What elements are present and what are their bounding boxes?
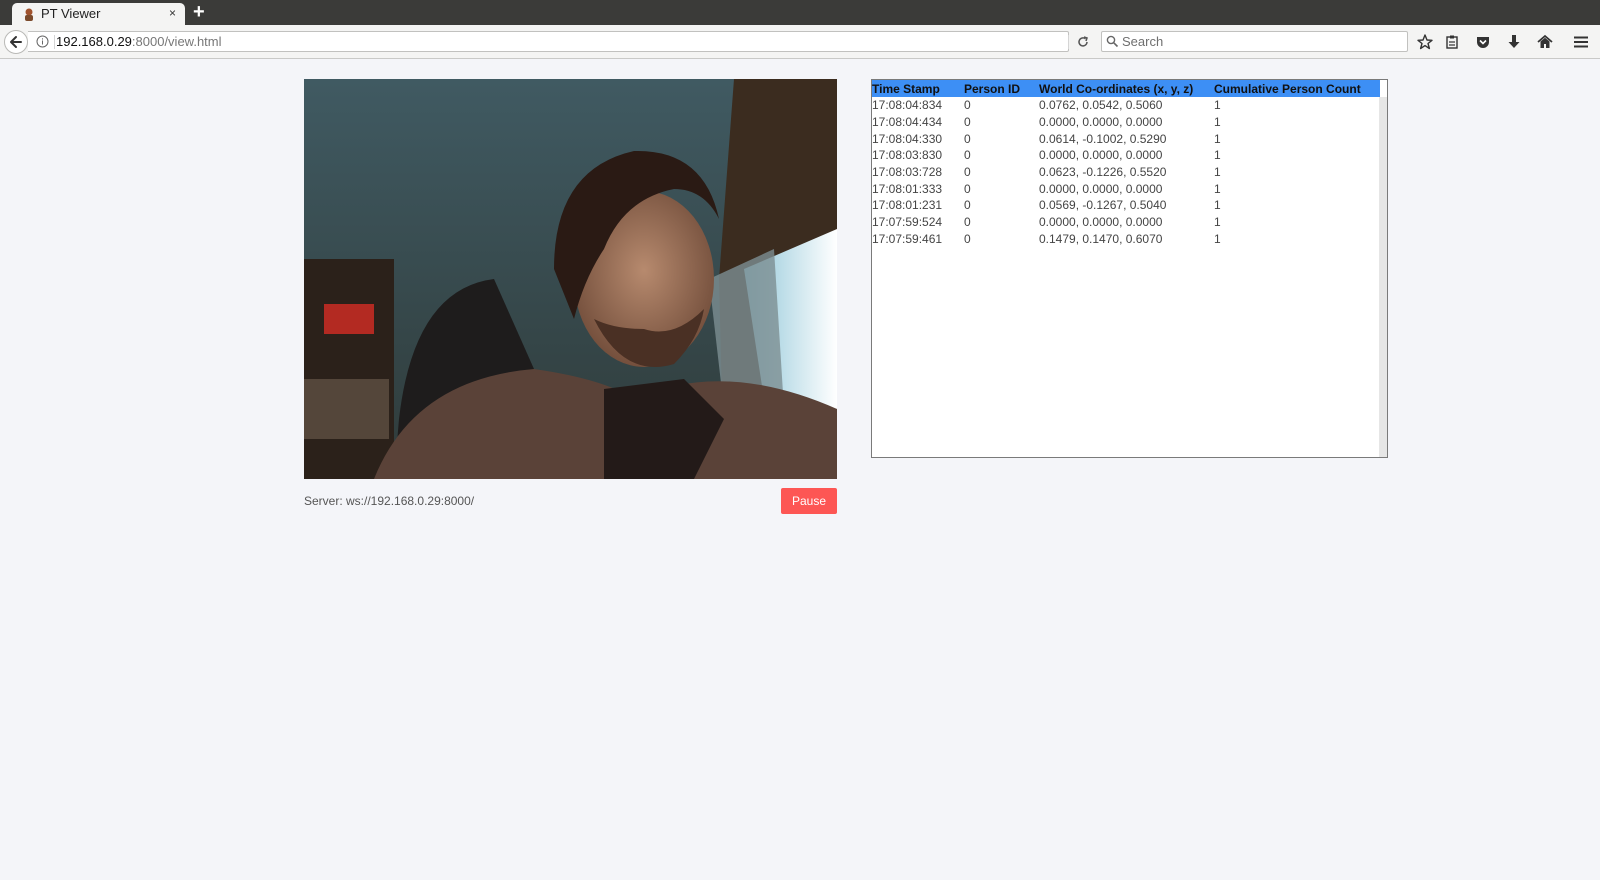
url-host: 192.168.0.29 xyxy=(56,34,132,49)
tab-strip: PT Viewer × + xyxy=(0,0,1600,25)
cell-time-stamp: 17:08:01:333 xyxy=(872,181,943,196)
cell-time-stamp: 17:07:59:524 xyxy=(872,215,943,230)
cell-time-stamp: 17:08:04:834 xyxy=(872,98,943,113)
cell-world-coordinates: 0.0762, 0.0542, 0.5060 xyxy=(1039,98,1163,113)
cell-person-id: 0 xyxy=(964,131,971,146)
cell-world-coordinates: 0.0614, -0.1002, 0.5290 xyxy=(1039,131,1167,146)
back-arrow-icon xyxy=(10,36,22,48)
cell-person-id: 0 xyxy=(964,148,971,163)
cell-cumulative-count: 1 xyxy=(1214,215,1221,230)
server-address-text: Server: ws://192.168.0.29:8000/ xyxy=(304,494,475,508)
header-person-id: Person ID xyxy=(964,81,1021,96)
search-icon xyxy=(1106,35,1119,48)
cell-cumulative-count: 1 xyxy=(1214,98,1221,113)
cell-cumulative-count: 1 xyxy=(1214,115,1221,130)
table-row: 17:08:03:728 0 0.0623, -0.1226, 0.5520 1 xyxy=(872,164,1380,181)
download-icon[interactable] xyxy=(1505,33,1523,51)
table-row: 17:08:01:333 0 0.0000, 0.0000, 0.0000 1 xyxy=(872,180,1380,197)
table-row: 17:08:04:330 0 0.0614, -0.1002, 0.5290 1 xyxy=(872,130,1380,147)
cell-time-stamp: 17:08:04:330 xyxy=(872,131,943,146)
cell-time-stamp: 17:08:03:830 xyxy=(872,148,943,163)
cell-cumulative-count: 1 xyxy=(1214,231,1221,246)
cell-person-id: 0 xyxy=(964,198,971,213)
cell-person-id: 0 xyxy=(964,165,971,180)
table-row: 17:08:04:834 0 0.0762, 0.0542, 0.5060 1 xyxy=(872,97,1380,114)
url-separator-2 xyxy=(1068,35,1069,49)
pocket-icon[interactable] xyxy=(1474,33,1492,51)
reading-list-icon[interactable] xyxy=(1443,33,1461,51)
info-icon[interactable] xyxy=(36,35,49,48)
cell-world-coordinates: 0.1479, 0.1470, 0.6070 xyxy=(1039,231,1163,246)
cell-person-id: 0 xyxy=(964,98,971,113)
cell-cumulative-count: 1 xyxy=(1214,148,1221,163)
table-row: 17:07:59:524 0 0.0000, 0.0000, 0.0000 1 xyxy=(872,214,1380,231)
url-path: :8000/view.html xyxy=(131,34,222,49)
search-bar[interactable] xyxy=(1101,31,1408,52)
cell-world-coordinates: 0.0000, 0.0000, 0.0000 xyxy=(1039,115,1163,130)
cell-world-coordinates: 0.0000, 0.0000, 0.0000 xyxy=(1039,181,1163,196)
video-stream xyxy=(304,79,837,479)
detections-table-panel[interactable]: Time Stamp Person ID World Co-ordinates … xyxy=(871,79,1388,458)
header-time-stamp: Time Stamp xyxy=(872,81,940,96)
cell-cumulative-count: 1 xyxy=(1214,181,1221,196)
back-button[interactable] xyxy=(4,30,28,54)
tab-title: PT Viewer xyxy=(41,6,101,21)
table-header-row: Time Stamp Person ID World Co-ordinates … xyxy=(872,80,1380,97)
home-icon[interactable] xyxy=(1536,33,1554,51)
table-row: 17:07:59:461 0 0.1479, 0.1470, 0.6070 1 xyxy=(872,231,1380,248)
cell-person-id: 0 xyxy=(964,231,971,246)
webcam-frame-image xyxy=(304,79,837,479)
tab-favicon-icon xyxy=(25,8,33,21)
menu-icon[interactable] xyxy=(1572,33,1590,51)
cell-world-coordinates: 0.0623, -0.1226, 0.5520 xyxy=(1039,165,1167,180)
search-input[interactable] xyxy=(1122,33,1402,50)
browser-tab[interactable]: PT Viewer × xyxy=(12,3,185,25)
nav-bar: 192.168.0.29:8000/view.html xyxy=(0,25,1600,59)
cell-world-coordinates: 0.0569, -0.1267, 0.5040 xyxy=(1039,198,1167,213)
cell-time-stamp: 17:08:01:231 xyxy=(872,198,943,213)
table-row: 17:08:03:830 0 0.0000, 0.0000, 0.0000 1 xyxy=(872,147,1380,164)
table-scrollbar[interactable] xyxy=(1379,97,1387,457)
cell-cumulative-count: 1 xyxy=(1214,131,1221,146)
tab-close-icon[interactable]: × xyxy=(169,6,176,20)
bookmark-star-icon[interactable] xyxy=(1416,33,1434,51)
url-separator xyxy=(54,35,55,49)
new-tab-button[interactable]: + xyxy=(193,1,205,23)
cell-person-id: 0 xyxy=(964,215,971,230)
cell-world-coordinates: 0.0000, 0.0000, 0.0000 xyxy=(1039,148,1163,163)
cell-person-id: 0 xyxy=(964,181,971,196)
detections-table: Time Stamp Person ID World Co-ordinates … xyxy=(872,80,1380,247)
cell-cumulative-count: 1 xyxy=(1214,198,1221,213)
cell-world-coordinates: 0.0000, 0.0000, 0.0000 xyxy=(1039,215,1163,230)
pause-button[interactable]: Pause xyxy=(781,488,837,514)
table-row: 17:08:04:434 0 0.0000, 0.0000, 0.0000 1 xyxy=(872,114,1380,131)
cell-cumulative-count: 1 xyxy=(1214,165,1221,180)
table-row: 17:08:01:231 0 0.0569, -0.1267, 0.5040 1 xyxy=(872,197,1380,214)
url-text[interactable]: 192.168.0.29:8000/view.html xyxy=(56,34,222,49)
header-cumulative-count: Cumulative Person Count xyxy=(1214,81,1361,96)
cell-person-id: 0 xyxy=(964,115,971,130)
cell-time-stamp: 17:08:03:728 xyxy=(872,165,943,180)
reload-icon[interactable] xyxy=(1076,35,1090,49)
url-bar[interactable]: 192.168.0.29:8000/view.html xyxy=(28,31,1088,52)
cell-time-stamp: 17:07:59:461 xyxy=(872,231,943,246)
cell-time-stamp: 17:08:04:434 xyxy=(872,115,943,130)
header-world-coordinates: World Co-ordinates (x, y, z) xyxy=(1039,81,1194,96)
